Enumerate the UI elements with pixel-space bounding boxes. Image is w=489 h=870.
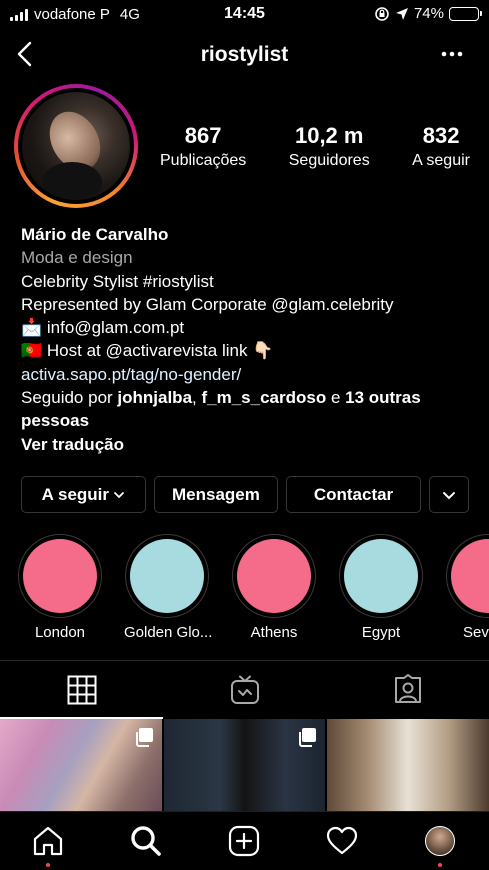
notification-dot <box>46 863 50 867</box>
pointing-down-icon: 👇🏻 <box>252 341 274 361</box>
stat-label: Publicações <box>160 152 247 169</box>
category-label: Moda e design <box>21 248 133 268</box>
bio-line-host: 🇵🇹 Host at @activarevista link 👇🏻 <box>21 339 476 362</box>
nav-home[interactable] <box>31 824 65 867</box>
posts-grid <box>0 719 489 811</box>
follower-username: johnjalba <box>117 388 193 408</box>
tab-igtv[interactable] <box>163 661 326 719</box>
bottom-navigation <box>0 811 489 870</box>
highlight-cover <box>130 539 204 613</box>
stat-value: 867 <box>184 123 222 148</box>
igtv-icon <box>230 675 259 704</box>
highlight-cover <box>451 539 489 613</box>
highlight-item[interactable]: Golden Glo... <box>124 534 213 641</box>
nav-activity[interactable] <box>325 824 359 858</box>
envelope-icon: 📩 <box>21 318 43 338</box>
follower-username: f_m_s_cardoso <box>201 388 327 408</box>
portugal-flag-icon: 🇵🇹 <box>21 341 43 361</box>
following-button[interactable]: A seguir <box>21 476 146 513</box>
profile-username: riostylist <box>200 43 289 66</box>
stat-value: 832 <box>422 123 460 148</box>
followed-by[interactable]: Seguido por johnjalba, f_m_s_cardoso e 1… <box>21 386 476 433</box>
highlight-cover <box>23 539 97 613</box>
see-translation-link[interactable]: Ver tradução <box>21 433 476 456</box>
conjunction: e <box>326 388 346 408</box>
chevron-down-icon <box>442 491 455 499</box>
highlight-label: Sev <box>463 624 489 641</box>
highlight-cover <box>237 539 311 613</box>
bio-line: Represented by Glam Corporate @glam.cele… <box>21 294 394 314</box>
nav-search[interactable] <box>129 824 163 858</box>
profile-bio: Mário de Carvalho Moda e design Celebrit… <box>21 223 476 456</box>
host-text: Host at @activarevista link <box>46 341 248 361</box>
status-bar: vodafone P 4G 14:45 74% <box>0 0 489 30</box>
website-link[interactable]: activa.sapo.pt/tag/no-gender/ <box>21 363 476 386</box>
highlight-item[interactable]: London <box>17 534 103 641</box>
rotation-lock-icon <box>375 6 389 21</box>
carousel-icon <box>135 728 153 747</box>
followers-count[interactable]: 10,2 m Seguidores <box>289 124 370 172</box>
content-tabs <box>0 660 489 719</box>
highlight-item[interactable]: Athens <box>231 534 317 641</box>
search-icon <box>131 826 161 856</box>
carousel-icon <box>299 728 317 747</box>
post-thumbnail[interactable] <box>327 719 489 811</box>
heart-icon <box>326 826 358 855</box>
highlight-label: Athens <box>250 624 298 641</box>
bio-line-email: 📩 info@glam.com.pt <box>21 316 476 339</box>
highlight-item[interactable]: Sev <box>445 534 489 641</box>
full-name: Mário de Carvalho <box>21 225 169 244</box>
stat-label: A seguir <box>412 152 470 169</box>
highlight-item[interactable]: Egypt <box>338 534 424 641</box>
nav-profile[interactable] <box>423 824 457 867</box>
tagged-icon <box>394 674 421 703</box>
home-icon <box>33 826 63 856</box>
stat-label: Seguidores <box>288 152 370 169</box>
stat-value: 10,2 m <box>294 123 364 148</box>
profile-stats: 867 Publicações 10,2 m Seguidores 832 A … <box>160 124 470 172</box>
posts-count[interactable]: 867 Publicações <box>160 124 246 172</box>
chevron-down-icon <box>114 491 124 498</box>
following-count[interactable]: 832 A seguir <box>412 124 470 172</box>
post-thumbnail[interactable] <box>0 719 162 811</box>
battery-icon <box>449 6 482 21</box>
email-text: info@glam.com.pt <box>46 318 185 338</box>
more-options-icon[interactable] <box>439 44 465 64</box>
profile-avatar-story-ring[interactable] <box>14 84 138 208</box>
contact-button[interactable]: Contactar <box>286 476 421 513</box>
highlight-cover <box>344 539 418 613</box>
location-icon <box>395 7 408 20</box>
post-thumbnail[interactable] <box>163 719 326 811</box>
new-post-icon <box>228 825 260 857</box>
profile-header: riostylist <box>0 38 489 72</box>
grid-icon <box>67 675 96 705</box>
nav-new-post[interactable] <box>227 824 261 858</box>
highlight-label: Egypt <box>361 624 401 641</box>
message-button[interactable]: Mensagem <box>153 476 279 513</box>
following-label: A seguir <box>41 484 110 504</box>
battery-percent: 74% <box>413 5 444 22</box>
highlight-label: Golden Glo... <box>124 624 213 641</box>
notification-dot <box>438 863 442 867</box>
profile-actions: A seguir Mensagem Contactar <box>21 476 469 513</box>
highlight-label: London <box>34 624 86 641</box>
suggested-accounts-button[interactable] <box>428 476 469 513</box>
tab-posts-grid[interactable] <box>0 661 163 719</box>
profile-avatar <box>22 92 130 200</box>
tab-tagged[interactable] <box>326 661 489 719</box>
bio-line: Celebrity Stylist #riostylist <box>21 271 214 291</box>
profile-avatar-small <box>425 826 455 856</box>
story-highlights: London Golden Glo... Athens Egypt Sev <box>0 534 489 646</box>
followed-by-prefix: Seguido por <box>21 388 118 408</box>
